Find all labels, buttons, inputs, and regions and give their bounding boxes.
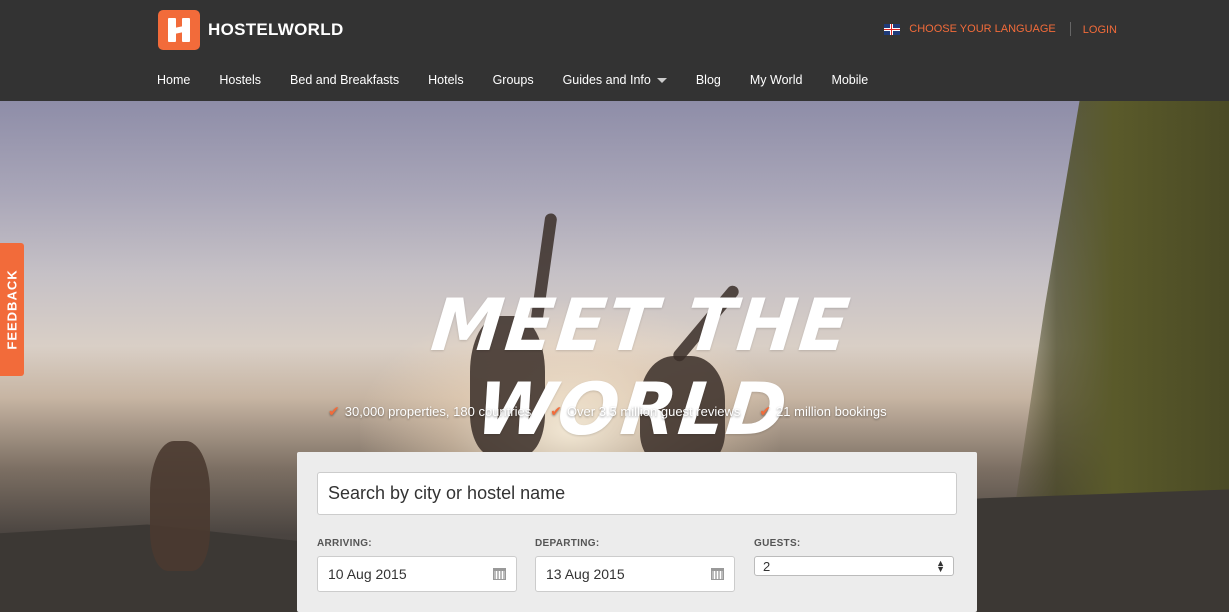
select-arrows-icon: ▲ ▼ [936,558,945,574]
nav-label: Home [157,73,191,87]
login-link[interactable]: LOGIN [1083,24,1117,36]
feature-text: 21 million bookings [776,404,887,419]
header-divider [1069,22,1071,36]
check-icon: ✔ [550,403,562,419]
nav-label: Guides and Info [562,73,651,87]
main-nav: Home Hostels Bed and Breakfasts Hotels G… [157,73,897,87]
check-icon: ✔ [759,403,772,419]
nav-item-blog[interactable]: Blog [696,73,721,87]
departing-label: DEPARTING: [535,538,600,549]
guests-select[interactable]: 2 ▲ ▼ [754,556,954,576]
hero-headline: MEET THE WORLD [427,283,856,451]
arriving-value: 10 Aug 2015 [328,566,407,582]
arriving-date-field[interactable]: 10 Aug 2015 [317,556,517,592]
feature-item: ✔ 21 million bookings [759,403,886,420]
nav-item-groups[interactable]: Groups [493,73,534,87]
calendar-icon[interactable] [493,568,506,580]
nav-item-home[interactable]: Home [157,73,190,87]
nav-label: Hostels [219,73,262,87]
nav-label: Bed and Breakfasts [290,73,400,87]
search-input[interactable]: Search by city or hostel name [317,472,957,515]
feedback-tab[interactable]: FEEDBACK [0,243,24,376]
guests-value: 2 [763,558,771,574]
choose-language-link[interactable]: CHOOSE YOUR LANGUAGE [909,23,1056,35]
feature-item: ✔ Over 3.5 million guest reviews [550,403,740,420]
site-header: HOSTELWORLD CHOOSE YOUR LANGUAGE LOGIN H… [0,0,1229,101]
nav-item-hostels[interactable]: Hostels [219,73,261,87]
feedback-label: FEEDBACK [4,269,20,350]
feature-item: ✔ 30,000 properties, 180 countries [328,403,531,420]
departing-value: 13 Aug 2015 [546,566,625,582]
nav-item-bed-and-breakfasts[interactable]: Bed and Breakfasts [290,73,399,87]
hero-person [150,441,210,571]
nav-item-guides-and-info[interactable]: Guides and Info [563,73,667,87]
nav-label: Mobile [831,73,869,87]
brand-name: HOSTELWORLD [208,20,344,39]
nav-item-my-world[interactable]: My World [750,73,803,87]
nav-item-mobile[interactable]: Mobile [831,73,868,87]
header-utility-links: CHOOSE YOUR LANGUAGE LOGIN [884,22,1117,36]
check-icon: ✔ [328,403,340,419]
nav-label: Hotels [428,73,464,87]
feature-text: Over 3.5 million guest reviews [566,404,741,419]
nav-item-hotels[interactable]: Hotels [428,73,463,87]
nav-label: Blog [695,73,721,87]
uk-flag-icon [884,23,901,35]
search-panel: Search by city or hostel name ARRIVING: … [297,452,977,612]
calendar-icon[interactable] [711,568,724,580]
brand-logo[interactable]: HOSTELWORLD [158,10,344,50]
nav-label: Groups [492,73,534,87]
arriving-label: ARRIVING: [317,538,372,549]
caret-down-icon [656,77,667,83]
feature-text: 30,000 properties, 180 countries [344,404,532,419]
hero-features: ✔ 30,000 properties, 180 countries ✔ Ove… [328,403,906,420]
nav-label: My World [749,73,803,87]
guests-label: GUESTS: [754,538,801,549]
departing-date-field[interactable]: 13 Aug 2015 [535,556,735,592]
hostelworld-logo-icon [158,10,200,50]
